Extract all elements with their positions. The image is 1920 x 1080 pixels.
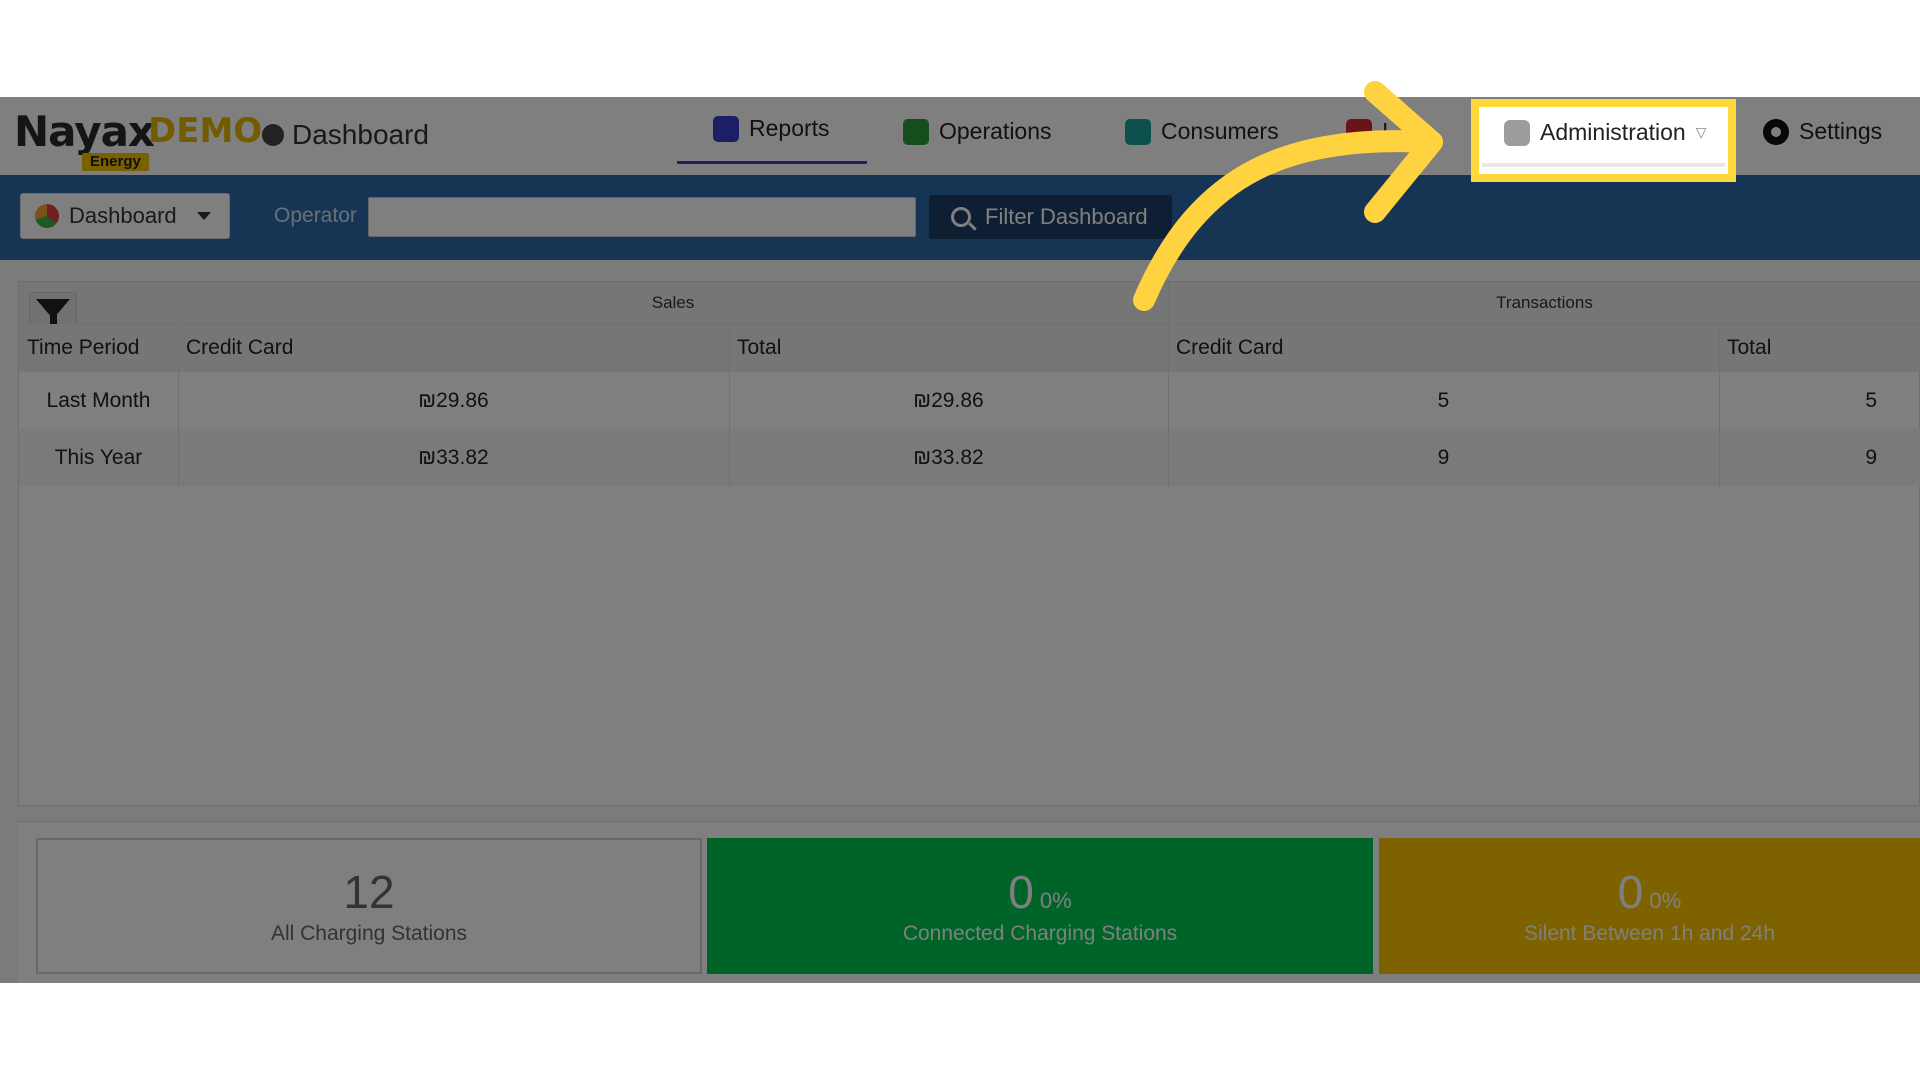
stat-value-row: 0 0% — [1008, 866, 1071, 918]
consumers-icon — [1125, 118, 1151, 145]
nav-settings-label: Settings — [1799, 118, 1883, 144]
nav-operations[interactable]: Operations — [903, 118, 1052, 145]
dashboard-dot-icon — [262, 124, 284, 146]
stat-card-connected-stations[interactable]: 0 0% Connected Charging Stations — [707, 838, 1373, 974]
column-header-sales-credit-card[interactable]: Credit Card — [178, 324, 729, 372]
group-header-transactions: Transactions — [1168, 282, 1920, 324]
filter-dashboard-label: Filter Dashboard — [985, 204, 1148, 229]
column-header-time-period[interactable]: Time Period — [19, 324, 178, 372]
stat-value: 0 — [1617, 866, 1644, 918]
column-header-tx-credit-card[interactable]: Credit Card — [1168, 324, 1719, 372]
stat-card-silent-stations[interactable]: 0 0% Silent Between 1h and 24h — [1379, 838, 1920, 974]
logo-text: Nayax — [14, 107, 155, 156]
stat-label: Connected Charging Stations — [902, 922, 1178, 945]
cell-sales-total: ₪29.86 — [913, 388, 984, 412]
search-icon — [951, 207, 971, 227]
nav-consumers[interactable]: Consumers — [1125, 118, 1279, 145]
cell-sales-total: ₪33.82 — [913, 445, 984, 469]
group-header-sales: Sales — [178, 282, 1168, 324]
cell-period: Last Month — [46, 388, 151, 412]
dashboard-select-label: Dashboard — [69, 203, 177, 228]
stat-percent: 0% — [1039, 888, 1072, 913]
summary-table: Sales Transactions Time Period Credit Ca… — [18, 281, 1920, 806]
stat-percent: 0% — [1649, 888, 1682, 913]
stat-value: 12 — [343, 866, 395, 918]
logo-energy-badge: Energy — [82, 153, 149, 171]
cell-tx-total: 5 — [1865, 388, 1877, 412]
filter-dashboard-button[interactable]: Filter Dashboard — [929, 195, 1172, 239]
stat-value-row: 0 0% — [1618, 866, 1681, 918]
column-divider — [1168, 282, 1169, 486]
column-divider — [1719, 324, 1720, 486]
nav-settings[interactable]: Settings — [1763, 118, 1882, 145]
page-title: Dashboard — [292, 119, 429, 150]
nav-reports[interactable]: Reports — [713, 115, 830, 142]
filter-bar: Dashboard Operator Filter Dashboard — [0, 175, 1920, 260]
pie-chart-icon — [35, 204, 59, 228]
nav-partial-label: I — [1382, 118, 1389, 144]
cell-sales-credit-card: ₪33.82 — [418, 445, 489, 469]
dashboard-select[interactable]: Dashboard — [20, 193, 230, 239]
station-stats: 12 All Charging Stations 0 0% Connected C… — [18, 821, 1920, 983]
gear-icon — [1763, 118, 1789, 145]
nayax-logo[interactable]: Nayax DEMO Energy — [14, 107, 262, 171]
breadcrumb: Dashboard — [262, 119, 429, 151]
cell-tx-total: 9 — [1865, 445, 1877, 469]
nav-reports-label: Reports — [749, 115, 830, 141]
reports-icon — [713, 115, 739, 142]
stat-value: 0 — [1008, 866, 1034, 918]
operations-icon — [903, 118, 929, 145]
cell-sales-credit-card: ₪29.86 — [418, 388, 489, 412]
app-window: Nayax DEMO Energy Dashboard Reports Oper… — [0, 97, 1920, 983]
nav-partial-item[interactable]: I — [1346, 118, 1388, 145]
column-divider — [178, 282, 179, 486]
table-row[interactable]: Last Month ₪29.86 ₪29.86 5 5 — [19, 372, 1920, 429]
caret-down-icon — [196, 212, 211, 220]
cell-tx-credit-card: 5 — [1437, 388, 1450, 412]
logo-demo-text: DEMO — [148, 111, 263, 151]
operator-input[interactable] — [368, 197, 916, 237]
column-header-tx-total[interactable]: Total — [1719, 324, 1920, 372]
cell-tx-credit-card: 9 — [1437, 445, 1450, 469]
table-row[interactable]: This Year ₪33.82 ₪33.82 9 9 — [19, 429, 1920, 486]
column-divider — [729, 324, 730, 486]
stat-label: Silent Between 1h and 24h — [1523, 922, 1776, 945]
nav-operations-label: Operations — [939, 118, 1052, 144]
alerts-icon — [1346, 118, 1372, 145]
stat-value-row: 12 — [343, 866, 394, 918]
stat-label: All Charging Stations — [270, 922, 468, 945]
cell-period: This Year — [54, 445, 143, 469]
column-header-sales-total[interactable]: Total — [729, 324, 1168, 372]
stat-card-all-stations[interactable]: 12 All Charging Stations — [36, 838, 702, 974]
active-tab-indicator — [677, 161, 867, 164]
operator-label: Operator — [274, 204, 357, 227]
table-corner — [19, 282, 178, 334]
top-header: Nayax DEMO Energy Dashboard Reports Oper… — [0, 97, 1920, 175]
nav-consumers-label: Consumers — [1161, 118, 1279, 144]
